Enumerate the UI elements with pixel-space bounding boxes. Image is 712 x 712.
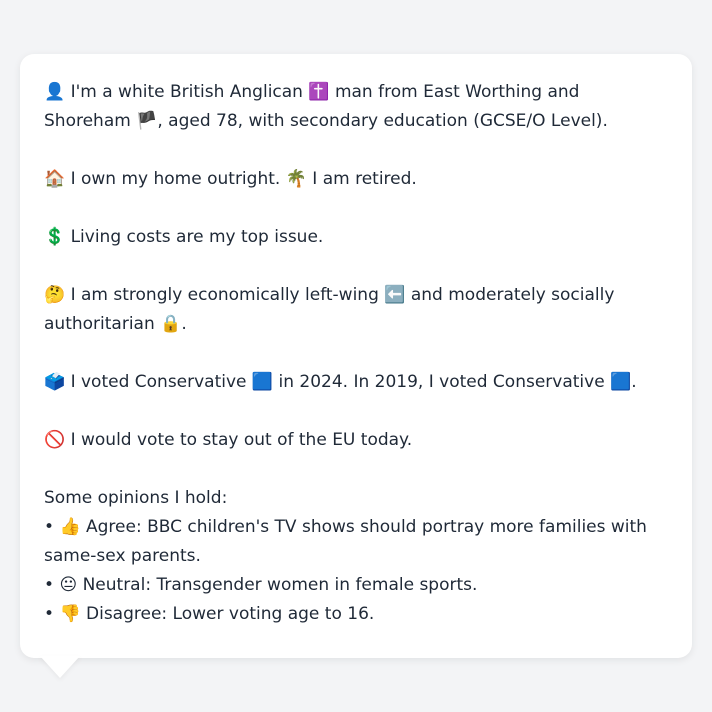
identity-text-part3: , aged 78, with secondary education (GCS… bbox=[157, 111, 608, 131]
ideology-paragraph: 🤔 I am strongly economically left-wing ⬅… bbox=[44, 281, 668, 339]
opinion-item-neutral: • 😐 Neutral: Transgender women in female… bbox=[44, 571, 668, 600]
opinion-text: Neutral: Transgender women in female spo… bbox=[77, 575, 478, 595]
eu-text: I would vote to stay out of the EU today… bbox=[65, 430, 413, 450]
issue-text: Living costs are my top issue. bbox=[65, 227, 324, 247]
ideology-text-part1: I am strongly economically left-wing bbox=[65, 285, 385, 305]
housing-text-part2: I am retired. bbox=[306, 169, 417, 189]
house-icon: 🏠 bbox=[44, 169, 66, 189]
cross-icon: ✝️ bbox=[308, 82, 330, 102]
opinions-paragraph: Some opinions I hold: • 👍 Agree: BBC chi… bbox=[44, 484, 668, 629]
opinion-item-agree: • 👍 Agree: BBC children's TV shows shoul… bbox=[44, 513, 668, 571]
identity-paragraph: 👤 I'm a white British Anglican ✝️ man fr… bbox=[44, 78, 668, 136]
dollar-sign-icon: 💲 bbox=[44, 227, 66, 247]
neutral-face-icon: 😐 bbox=[59, 575, 78, 595]
opinion-text: Agree: BBC children's TV shows should po… bbox=[44, 517, 647, 566]
housing-text-part1: I own my home outright. bbox=[65, 169, 286, 189]
eu-paragraph: 🚫 I would vote to stay out of the EU tod… bbox=[44, 426, 668, 455]
blue-square-icon: 🟦 bbox=[610, 372, 632, 392]
ballot-box-icon: 🗳️ bbox=[44, 372, 66, 392]
housing-paragraph: 🏠 I own my home outright. 🌴 I am retired… bbox=[44, 165, 668, 194]
message-bubble: 👤 I'm a white British Anglican ✝️ man fr… bbox=[20, 54, 692, 658]
palm-tree-icon: 🌴 bbox=[285, 169, 307, 189]
voting-paragraph: 🗳️ I voted Conservative 🟦 in 2024. In 20… bbox=[44, 368, 668, 397]
bullet: • bbox=[44, 575, 60, 595]
lock-icon: 🔒 bbox=[160, 314, 182, 334]
thumbs-down-icon: 👎 bbox=[59, 604, 81, 624]
left-arrow-icon: ⬅️ bbox=[384, 285, 406, 305]
opinion-item-disagree: • 👎 Disagree: Lower voting age to 16. bbox=[44, 600, 668, 629]
opinions-heading: Some opinions I hold: bbox=[44, 488, 228, 508]
person-icon: 👤 bbox=[44, 82, 66, 102]
issue-paragraph: 💲 Living costs are my top issue. bbox=[44, 223, 668, 252]
ideology-text-part3: . bbox=[181, 314, 187, 334]
bullet: • bbox=[44, 517, 60, 537]
thumbs-up-icon: 👍 bbox=[59, 517, 81, 537]
bullet: • bbox=[44, 604, 60, 624]
england-flag-icon: 🏴 bbox=[136, 111, 158, 131]
opinion-text: Disagree: Lower voting age to 16. bbox=[80, 604, 375, 624]
blue-square-icon: 🟦 bbox=[251, 372, 274, 392]
prohibited-icon: 🚫 bbox=[44, 430, 66, 450]
thinking-face-icon: 🤔 bbox=[44, 285, 66, 305]
voting-text-part1: I voted Conservative bbox=[65, 372, 252, 392]
identity-text-part1: I'm a white British Anglican bbox=[65, 82, 309, 102]
voting-text-part3: . bbox=[631, 372, 637, 392]
voting-text-part2: in 2024. In 2019, I voted Conservative bbox=[273, 372, 611, 392]
bubble-tail bbox=[40, 656, 80, 678]
